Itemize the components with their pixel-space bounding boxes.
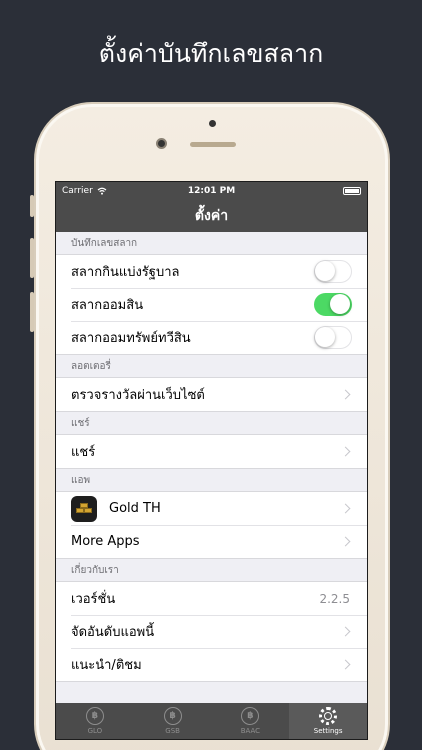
- toggle-baac-lottery[interactable]: [314, 326, 352, 349]
- section-header-lottery: ลอตเตอรี่: [71, 361, 111, 372]
- toggle-knob: [315, 261, 335, 281]
- row-baac-lottery: สลากออมทรัพย์ทวีสิน: [56, 321, 367, 354]
- chevron-right-icon: [340, 536, 351, 547]
- baht-coin-icon: ฿: [163, 707, 182, 725]
- section-header-apps: แอพ: [71, 475, 91, 486]
- tab-gsb[interactable]: ฿ GSB: [134, 703, 212, 739]
- front-camera: [156, 138, 167, 149]
- about-group: เวอร์ชั่น 2.2.5 จัดอันดับแอพนี้ แนะนำ/ติ…: [56, 581, 367, 682]
- tab-label: BAAC: [240, 727, 261, 735]
- row-label: สลากออมทรัพย์ทวีสิน: [71, 331, 191, 346]
- row-gold-th[interactable]: Gold TH: [56, 492, 367, 525]
- row-check-results-website[interactable]: ตรวจรางวัลผ่านเว็บไซต์: [56, 378, 367, 411]
- chevron-right-icon: [340, 503, 351, 514]
- baht-coin-icon: ฿: [241, 707, 260, 725]
- gold-bars-icon: [71, 495, 97, 522]
- section-header-about: เกี่ยวกับเรา: [71, 565, 119, 576]
- record-group: สลากกินแบ่งรัฐบาล สลากออมสิน สลากออมทรัพ…: [56, 254, 367, 355]
- row-label: แชร์: [71, 445, 96, 460]
- tab-bar: ฿ GLO ฿ GSB ฿ BAAC Settings: [56, 703, 367, 739]
- row-version: เวอร์ชั่น 2.2.5: [56, 582, 367, 615]
- battery-icon: [343, 187, 361, 195]
- row-label: แนะนำ/ติชม: [71, 658, 142, 673]
- nav-bar: ตั้งค่า: [56, 200, 367, 232]
- chevron-right-icon: [340, 626, 351, 637]
- row-label: Gold TH: [109, 501, 161, 516]
- chevron-right-icon: [340, 659, 351, 670]
- lottery-group: ตรวจรางวัลผ่านเว็บไซต์: [56, 377, 367, 412]
- section-header-share: แชร์: [71, 418, 90, 429]
- row-label: ตรวจรางวัลผ่านเว็บไซต์: [71, 388, 205, 403]
- baht-coin-icon: ฿: [85, 707, 104, 725]
- chevron-right-icon: [340, 446, 351, 457]
- row-label: More Apps: [71, 534, 140, 549]
- row-feedback[interactable]: แนะนำ/ติชม: [56, 648, 367, 681]
- apps-group: Gold TH More Apps: [56, 491, 367, 559]
- tab-settings[interactable]: Settings: [289, 703, 367, 739]
- toggle-government-lottery[interactable]: [314, 260, 352, 283]
- chevron-right-icon: [340, 389, 351, 400]
- toggle-gsb-lottery[interactable]: [314, 293, 352, 316]
- row-label: จัดอันดับแอพนี้: [71, 625, 155, 640]
- row-rate-app[interactable]: จัดอันดับแอพนี้: [56, 615, 367, 648]
- status-time: 12:01 PM: [187, 186, 236, 196]
- proximity-sensor: [209, 120, 216, 127]
- section-header-record: บันทึกเลขสลาก: [71, 238, 138, 249]
- gear-icon: [319, 707, 338, 725]
- nav-title: ตั้งค่า: [194, 208, 229, 224]
- row-gsb-lottery: สลากออมสิน: [56, 288, 367, 321]
- row-share[interactable]: แชร์: [56, 435, 367, 468]
- row-label: สลากออมสิน: [71, 298, 144, 313]
- row-more-apps[interactable]: More Apps: [56, 525, 367, 558]
- status-bar: Carrier 12:01 PM: [56, 182, 367, 200]
- row-label: สลากกินแบ่งรัฐบาล: [71, 265, 180, 280]
- phone-screen: Carrier 12:01 PM ตั้งค่า บันทึกเลขสลาก ส…: [55, 181, 368, 740]
- headline: ตั้งค่าบันทึกเลขสลาก: [98, 39, 324, 68]
- tab-label: GLO: [87, 727, 103, 735]
- row-label: เวอร์ชั่น: [71, 592, 116, 607]
- toggle-knob: [315, 327, 335, 347]
- earpiece-speaker: [190, 142, 236, 147]
- tab-label: GSB: [165, 727, 180, 735]
- tab-glo[interactable]: ฿ GLO: [56, 703, 134, 739]
- tab-baac[interactable]: ฿ BAAC: [212, 703, 290, 739]
- tab-label: Settings: [313, 727, 343, 735]
- row-government-lottery: สลากกินแบ่งรัฐบาล: [56, 255, 367, 288]
- version-value: 2.2.5: [319, 591, 350, 606]
- share-group: แชร์: [56, 434, 367, 469]
- toggle-knob: [330, 294, 350, 314]
